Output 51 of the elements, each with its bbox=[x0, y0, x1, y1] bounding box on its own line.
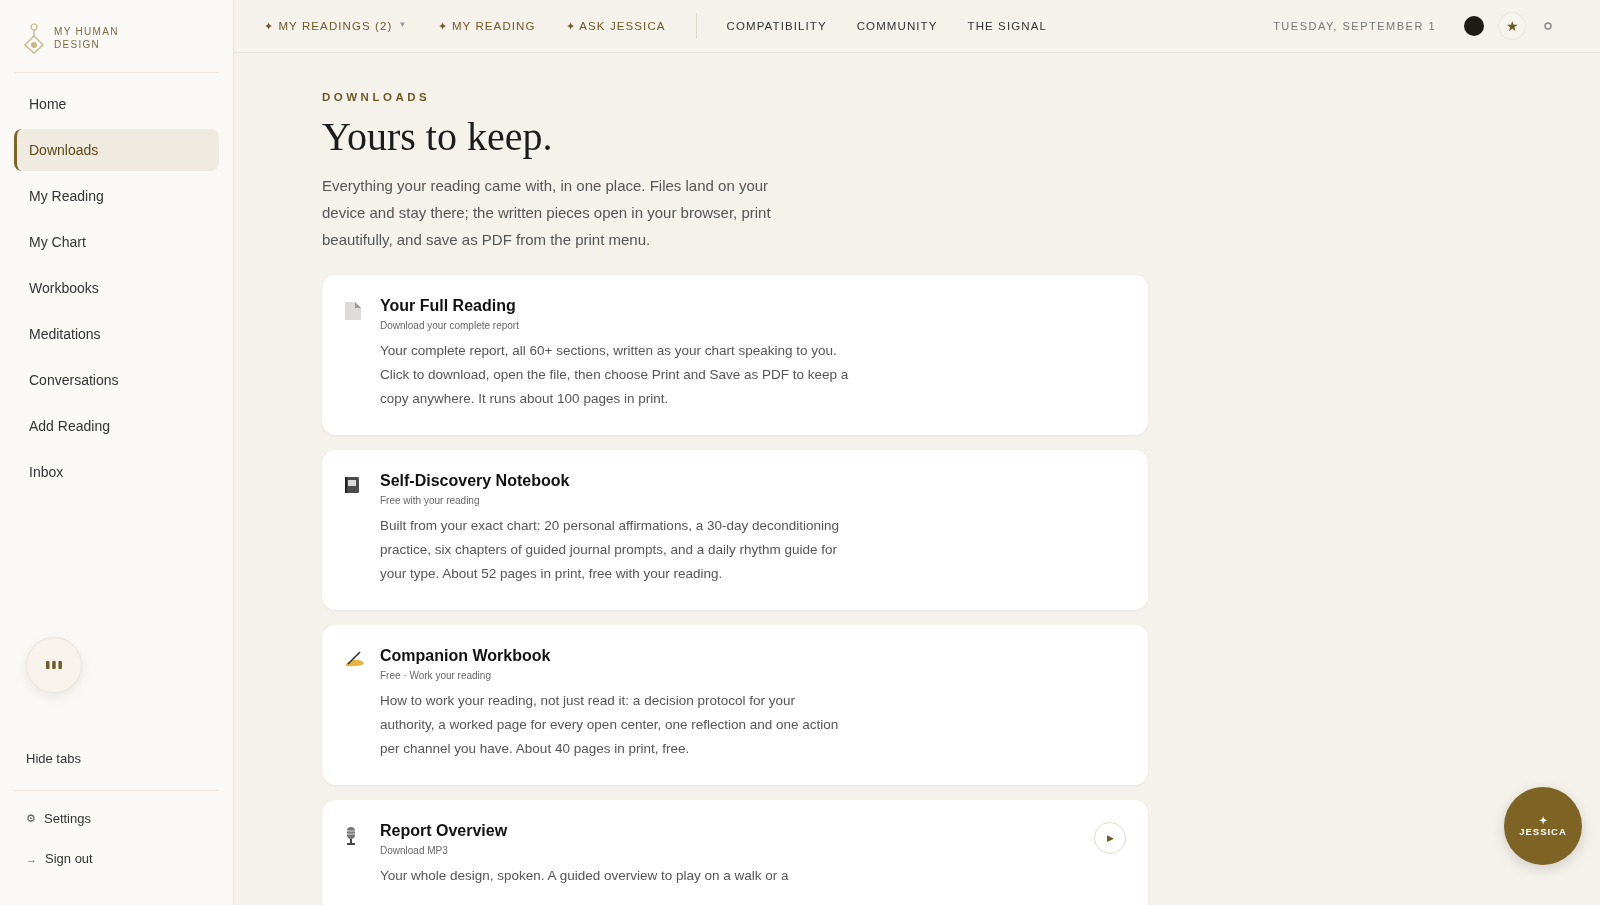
card-description: How to work your reading, not just read it: a decision protocol for your authority, a worked page for every open center, one reflection and one action per channel you have. About 40 pages in print, free. bbox=[380, 692, 840, 758]
settings-icon[interactable] bbox=[1544, 22, 1552, 30]
microphone-icon bbox=[344, 826, 358, 846]
top-nav-link[interactable]: ✦ MY READING bbox=[437, 19, 536, 33]
date-text: TUESDAY, SEPTEMBER 1 bbox=[1273, 20, 1436, 32]
card-title: Self-Discovery Notebook bbox=[380, 472, 571, 490]
card-title: Your Full Reading bbox=[380, 297, 517, 315]
logo-icon bbox=[24, 22, 44, 54]
page-title: Yours to keep. bbox=[322, 113, 554, 160]
top-nav-link[interactable]: ✦ ASK JESSICA bbox=[565, 19, 666, 33]
jessica-button[interactable]: ✦ JESSICA bbox=[1504, 787, 1582, 865]
sidebar-footer-link[interactable]: → Sign out bbox=[14, 851, 219, 866]
sidebar-item[interactable]: Home bbox=[14, 83, 219, 125]
card-description: Your complete report, all 60+ sections, written as your chart speaking to you. Click to download, open the file, then choose Print and Save as PDF to keep a copy anywhere. It runs about 100 pages in print. bbox=[380, 342, 850, 408]
favorites-button[interactable]: ★ bbox=[1498, 12, 1526, 40]
play-button[interactable]: ▶ bbox=[1094, 822, 1126, 854]
download-card[interactable] bbox=[322, 625, 1148, 785]
card-subtitle: Download MP3 bbox=[380, 845, 449, 856]
sidebar-item[interactable]: Conversations bbox=[14, 359, 219, 401]
sidebar-item[interactable]: Downloads bbox=[14, 129, 219, 171]
intro-text: Everything your reading came with, in one place. Files land on your device and stay there; the written pieces open in your browser, print beautifully, and save as PDF from the print menu. bbox=[322, 176, 772, 250]
avatar[interactable] bbox=[1464, 16, 1484, 36]
sidebar-item[interactable]: Add Reading bbox=[14, 405, 219, 447]
card-subtitle: Free · Work your reading bbox=[380, 670, 492, 681]
card-subtitle: Free with your reading bbox=[380, 495, 481, 506]
writing-hand-icon bbox=[344, 651, 366, 667]
sidebar-item[interactable]: My Chart bbox=[14, 221, 219, 263]
brand-name: MY HUMAN DESIGN bbox=[54, 25, 119, 51]
top-nav-link[interactable]: COMPATIBILITY bbox=[726, 20, 827, 32]
card-description: Built from your exact chart: 20 personal affirmations, a 30-day deconditioning practice, six chapters of guided journal prompts, and a daily rhythm guide for your type. About 52 pages in print, free with your reading. bbox=[380, 517, 840, 583]
top-nav-link[interactable]: ✦ MY READINGS (2) $^{▼}$ bbox=[264, 19, 408, 33]
sidebar-item[interactable]: Workbooks bbox=[14, 267, 219, 309]
document-icon bbox=[344, 301, 362, 321]
sidebar-footer-link[interactable]: ⚙ Settings bbox=[14, 811, 219, 826]
more-button[interactable] bbox=[26, 637, 82, 693]
hide-tabs-link[interactable]: Hide tabs bbox=[14, 751, 219, 790]
card-title: Report Overview bbox=[380, 822, 509, 840]
bars-icon bbox=[45, 661, 63, 669]
card-description: Your whole design, spoken. A guided overview to play on a walk or a bbox=[380, 867, 790, 885]
card-subtitle: Download your complete report bbox=[380, 320, 520, 331]
sidebar-item[interactable]: My Reading bbox=[14, 175, 219, 217]
notebook-icon bbox=[344, 476, 360, 494]
download-card[interactable] bbox=[322, 275, 1148, 435]
card-title: Companion Workbook bbox=[380, 647, 552, 665]
top-nav-link[interactable]: THE SIGNAL bbox=[967, 20, 1047, 32]
download-card[interactable] bbox=[322, 450, 1148, 610]
top-nav-link[interactable]: COMMUNITY bbox=[856, 20, 938, 32]
sidebar-item[interactable]: Meditations bbox=[14, 313, 219, 355]
download-card[interactable]: Report Overview Download MP3 Your whole design, spoken. A guided overview to play on a walk or a ▶ bbox=[322, 800, 1148, 905]
section-label: DOWNLOADS bbox=[322, 91, 432, 103]
sidebar-item[interactable]: Inbox bbox=[14, 451, 219, 493]
